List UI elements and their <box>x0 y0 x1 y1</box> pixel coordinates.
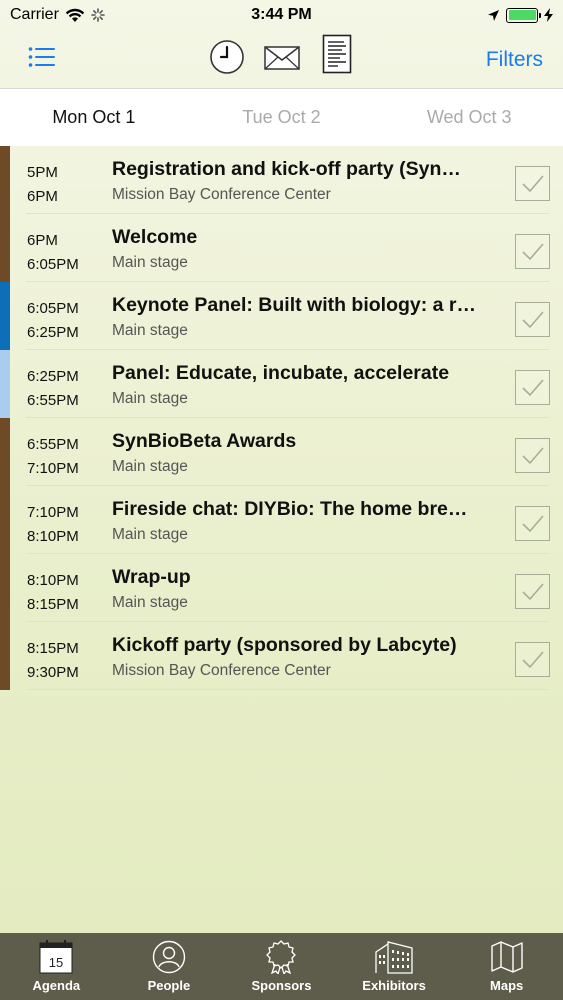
session-location: Main stage <box>112 390 188 407</box>
session-end-time: 7:10PM <box>27 460 79 477</box>
tab-people[interactable]: People <box>113 933 225 993</box>
person-icon <box>152 940 186 974</box>
session-title: Welcome <box>112 226 198 248</box>
location-arrow-icon <box>488 9 499 21</box>
session-location: Mission Bay Conference Center <box>112 662 331 679</box>
session-start-time: 7:10PM <box>27 504 79 521</box>
building-icon <box>375 941 413 974</box>
filters-button[interactable]: Filters <box>486 48 543 72</box>
session-start-time: 6:25PM <box>27 368 79 385</box>
session-end-time: 6:55PM <box>27 392 79 409</box>
session-start-time: 8:15PM <box>27 640 79 657</box>
session-row[interactable]: 8:10PM 8:15PM Wrap-up Main stage <box>0 554 563 622</box>
session-location: Main stage <box>112 254 188 271</box>
envelope-icon[interactable] <box>264 46 300 70</box>
checkmark-icon <box>521 650 544 668</box>
session-row[interactable]: 6:05PM 6:25PM Keynote Panel: Built with … <box>0 282 563 350</box>
session-location: Mission Bay Conference Center <box>112 186 331 203</box>
toolbar: Filters <box>0 30 563 88</box>
tab-sponsors[interactable]: Sponsors <box>225 933 337 993</box>
tab-exhibitors[interactable]: Exhibitors <box>338 933 450 993</box>
session-title: Kickoff party (sponsored by Labcyte) <box>112 634 457 656</box>
map-icon <box>490 941 523 973</box>
session-list: 5PM 6PM Registration and kick-off party … <box>0 146 563 690</box>
session-title: SynBioBeta Awards <box>112 430 297 452</box>
add-to-schedule-checkbox[interactable] <box>515 302 550 337</box>
session-location: Main stage <box>112 322 188 339</box>
session-start-time: 6:05PM <box>27 300 79 317</box>
track-color-bar <box>0 554 10 622</box>
session-end-time: 8:10PM <box>27 528 79 545</box>
session-row[interactable]: 7:10PM 8:10PM Fireside chat: DIYBio: The… <box>0 486 563 554</box>
checkmark-icon <box>521 582 544 600</box>
tab-label: Exhibitors <box>362 978 426 993</box>
session-end-time: 9:30PM <box>27 664 79 681</box>
checkmark-icon <box>521 378 544 396</box>
tab-label: People <box>147 978 191 993</box>
session-start-time: 8:10PM <box>27 572 79 589</box>
session-location: Main stage <box>112 458 188 475</box>
track-color-bar <box>0 486 10 554</box>
tab-day-1[interactable]: Mon Oct 1 <box>0 107 188 128</box>
session-row[interactable]: 6PM 6:05PM Welcome Main stage <box>0 214 563 282</box>
add-to-schedule-checkbox[interactable] <box>515 234 550 269</box>
document-icon[interactable] <box>322 34 352 74</box>
session-location: Main stage <box>112 526 188 543</box>
tab-label: Agenda <box>32 978 81 993</box>
tab-day-2[interactable]: Tue Oct 2 <box>188 107 376 128</box>
add-to-schedule-checkbox[interactable] <box>515 642 550 677</box>
session-title: Registration and kick-off party (Syn… <box>112 158 461 180</box>
track-color-bar <box>0 418 10 486</box>
add-to-schedule-checkbox[interactable] <box>515 166 550 201</box>
checkmark-icon <box>521 514 544 532</box>
add-to-schedule-checkbox[interactable] <box>515 506 550 541</box>
checkmark-icon <box>521 446 544 464</box>
track-color-bar <box>0 350 10 418</box>
checkmark-icon <box>521 310 544 328</box>
session-row[interactable]: 6:25PM 6:55PM Panel: Educate, incubate, … <box>0 350 563 418</box>
track-color-bar <box>0 622 10 690</box>
calendar-icon: 15 <box>39 940 73 974</box>
wifi-icon <box>65 8 85 22</box>
tab-label: Sponsors <box>251 978 312 993</box>
session-end-time: 6:05PM <box>27 256 79 273</box>
session-row[interactable]: 8:15PM 9:30PM Kickoff party (sponsored b… <box>0 622 563 690</box>
checkmark-icon <box>521 174 544 192</box>
add-to-schedule-checkbox[interactable] <box>515 438 550 473</box>
session-end-time: 8:15PM <box>27 596 79 613</box>
session-start-time: 6PM <box>27 232 58 249</box>
charging-bolt-icon <box>544 8 553 22</box>
tab-label: Maps <box>490 978 524 993</box>
session-title: Fireside chat: DIYBio: The home bre… <box>112 498 468 520</box>
carrier-label: Carrier <box>10 6 59 23</box>
track-color-bar <box>0 214 10 282</box>
day-tabs: Mon Oct 1 Tue Oct 2 Wed Oct 3 <box>0 88 563 146</box>
session-title: Panel: Educate, incubate, accelerate <box>112 362 450 384</box>
session-row[interactable]: 6:55PM 7:10PM SynBioBeta Awards Main sta… <box>0 418 563 486</box>
battery-icon <box>506 7 541 23</box>
calendar-day-number: 15 <box>49 955 63 970</box>
session-location: Main stage <box>112 594 188 611</box>
session-row[interactable]: 5PM 6PM Registration and kick-off party … <box>0 146 563 214</box>
tab-bar: 15 Agenda People Sponsors Exhibitors Map… <box>0 933 563 1000</box>
session-title: Wrap-up <box>112 566 191 588</box>
tab-day-3[interactable]: Wed Oct 3 <box>375 107 563 128</box>
session-end-time: 6:25PM <box>27 324 79 341</box>
status-bar: Carrier 3:44 PM <box>0 0 563 30</box>
activity-spinner-icon <box>91 8 105 22</box>
tab-agenda[interactable]: 15 Agenda <box>0 933 112 993</box>
ribbon-icon <box>266 940 297 974</box>
track-color-bar <box>0 282 10 350</box>
clock-icon[interactable] <box>208 38 246 76</box>
session-start-time: 5PM <box>27 164 58 181</box>
session-end-time: 6PM <box>27 188 58 205</box>
session-start-time: 6:55PM <box>27 436 79 453</box>
session-title: Keynote Panel: Built with biology: a r… <box>112 294 477 316</box>
tab-maps[interactable]: Maps <box>451 933 563 993</box>
add-to-schedule-checkbox[interactable] <box>515 574 550 609</box>
checkmark-icon <box>521 242 544 260</box>
track-color-bar <box>0 146 10 214</box>
list-menu-icon[interactable] <box>28 46 56 68</box>
add-to-schedule-checkbox[interactable] <box>515 370 550 405</box>
